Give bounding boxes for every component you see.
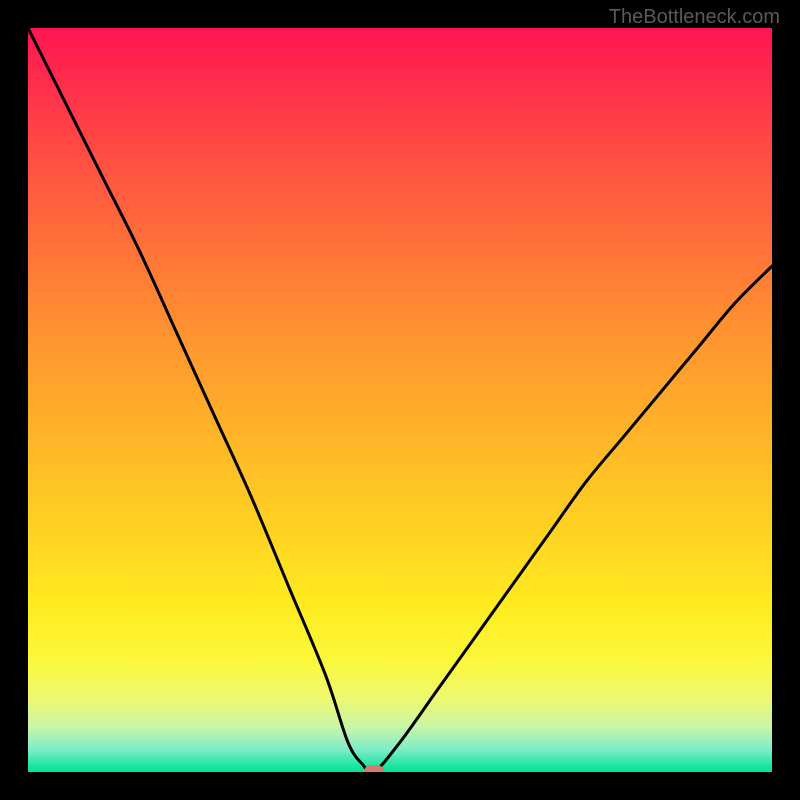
plot-area — [28, 28, 772, 772]
watermark-text: TheBottleneck.com — [609, 6, 780, 29]
bottleneck-curve — [28, 28, 772, 772]
curve-svg — [28, 28, 772, 772]
optimum-marker — [364, 765, 384, 772]
